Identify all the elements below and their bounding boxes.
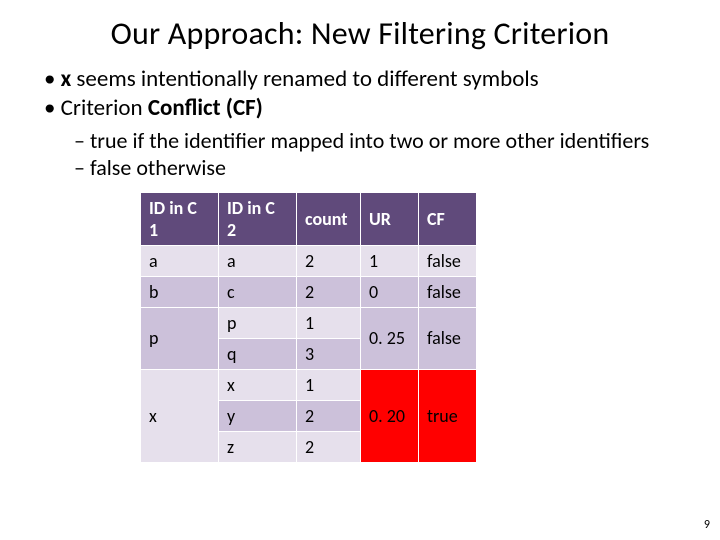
slide: Our Approach: New Filtering Criterion x … xyxy=(0,0,720,463)
table-header-row: ID in C 1 ID in C 2 count UR CF xyxy=(141,192,477,245)
cell-id2: x xyxy=(219,369,297,400)
bullet-1-bold: x xyxy=(61,65,72,93)
bullet-2-bold: Conflict (CF) xyxy=(148,94,263,122)
bullet-list: x seems intentionally renamed to differe… xyxy=(30,65,690,123)
cell-cf: false xyxy=(419,307,477,369)
table-row: a a 2 1 false xyxy=(141,245,477,276)
slide-title: Our Approach: New Filtering Criterion xyxy=(30,14,690,53)
header-ur: UR xyxy=(361,192,419,245)
header-id1: ID in C 1 xyxy=(141,192,219,245)
cell-count: 3 xyxy=(297,338,361,369)
cell-ur: 0 xyxy=(361,276,419,307)
bullet-2-pre: Criterion xyxy=(61,94,148,122)
cell-cf: false xyxy=(419,245,477,276)
cell-ur: 0. 25 xyxy=(361,307,419,369)
cell-count: 1 xyxy=(297,369,361,400)
cell-id2: q xyxy=(219,338,297,369)
bullet-2: Criterion Conflict (CF) xyxy=(44,94,690,123)
cell-ur: 1 xyxy=(361,245,419,276)
cell-id1: b xyxy=(141,276,219,307)
page-number: 9 xyxy=(704,518,710,532)
sub-2: false otherwise xyxy=(74,154,690,182)
cell-id1: a xyxy=(141,245,219,276)
cell-count: 1 xyxy=(297,307,361,338)
cell-count: 2 xyxy=(297,245,361,276)
sub-list: true if the identifier mapped into two o… xyxy=(30,127,690,182)
cell-count: 2 xyxy=(297,276,361,307)
cell-id2: c xyxy=(219,276,297,307)
cell-ur-highlight: 0. 20 xyxy=(361,369,419,462)
header-id2: ID in C 2 xyxy=(219,192,297,245)
table-row: b c 2 0 false xyxy=(141,276,477,307)
criterion-table: ID in C 1 ID in C 2 count UR CF a a 2 1 … xyxy=(140,192,477,463)
cell-cf-highlight: true xyxy=(419,369,477,462)
cell-count: 2 xyxy=(297,400,361,431)
cell-id2: y xyxy=(219,400,297,431)
table-container: ID in C 1 ID in C 2 count UR CF a a 2 1 … xyxy=(140,192,690,463)
header-count: count xyxy=(297,192,361,245)
sub-1: true if the identifier mapped into two o… xyxy=(74,127,690,155)
header-cf: CF xyxy=(419,192,477,245)
cell-id2: z xyxy=(219,431,297,462)
cell-id2: p xyxy=(219,307,297,338)
cell-id2: a xyxy=(219,245,297,276)
cell-id1: p xyxy=(141,307,219,369)
bullet-1-text: seems intentionally renamed to different… xyxy=(71,65,538,93)
table-row: p p 1 0. 25 false xyxy=(141,307,477,338)
cell-id1: x xyxy=(141,369,219,462)
cell-cf: false xyxy=(419,276,477,307)
table-row: x x 1 0. 20 true xyxy=(141,369,477,400)
cell-count: 2 xyxy=(297,431,361,462)
bullet-1: x seems intentionally renamed to differe… xyxy=(44,65,690,94)
